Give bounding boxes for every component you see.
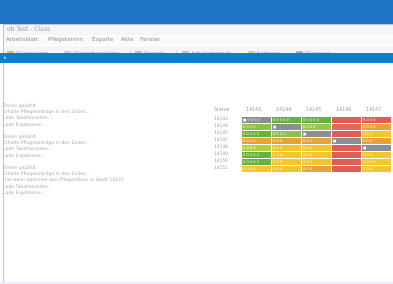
matrix-cell[interactable]: 0 0 0 <box>302 152 331 158</box>
matrix-row-label: 14143 <box>214 117 228 122</box>
matrix-cell[interactable]: 0 0 0 0 <box>362 117 391 123</box>
matrix-row-label: 14149 <box>214 152 228 157</box>
matrix-row-label: 14151 <box>214 166 228 171</box>
matrix-column-header: 14145 <box>306 108 322 113</box>
matrix-cell[interactable]: 0 0 0 0 <box>362 124 391 130</box>
matrix-cell[interactable]: 0 0 0 0 <box>242 145 271 151</box>
matrix-cell[interactable]: ■ <box>302 131 331 137</box>
log-line: Zeilen gezählt <box>3 166 36 171</box>
matrix-column-header: 14146 <box>336 108 352 113</box>
matrix-column-header: 14147 <box>366 108 382 113</box>
matrix-cell[interactable] <box>332 152 361 158</box>
menu-arbeitsblatt[interactable]: Arbeitsblatt <box>6 37 38 43</box>
matrix-cell[interactable]: 0 0 0 <box>272 138 301 144</box>
log-line: Lade Ergebnisse... <box>3 190 46 196</box>
matrix-cell[interactable]: 0 0 0 0 <box>272 131 301 137</box>
matrix-cell[interactable]: ■ <box>362 145 391 151</box>
matrix-row-label: 14144 <box>214 124 228 129</box>
matrix-column-header: 14143 <box>246 108 262 113</box>
menu-fenster[interactable]: Fenster <box>140 37 160 43</box>
matrix-cell[interactable]: 0 0 0 0 0 <box>272 117 301 123</box>
matrix-cell[interactable]: 0 0 0 0 <box>242 166 271 172</box>
log-line: Lade Tabellenzeilen... <box>3 116 53 122</box>
log-line: Zeilen gezählt <box>3 135 36 140</box>
matrix-cell[interactable]: 0 0 0 0 <box>302 124 331 130</box>
matrix-cell[interactable]: 0 0 0 0 0 <box>242 131 271 137</box>
menu-pflegetermin[interactable]: Pflegetermin <box>48 37 83 43</box>
matrix-cell[interactable]: 0 0 0 <box>302 166 331 172</box>
log-line: Erhalte Pflegeeinträge in den Zeilen... <box>3 141 91 147</box>
band-icon: ▸ <box>4 55 7 61</box>
matrix-cell[interactable]: 0 0 0 <box>362 138 391 144</box>
matrix-cell[interactable]: 0 0 0 <box>272 166 301 172</box>
menu-exporte[interactable]: Exporte <box>92 37 113 43</box>
matrix-cell[interactable]: 0 0 0 0 0 <box>242 159 271 165</box>
matrix-cell[interactable] <box>332 131 361 137</box>
matrix-column-header: 14144 <box>276 108 292 113</box>
log-line: Hier kann zwischen den Pflegesätzen in S… <box>3 178 124 184</box>
matrix-cell[interactable] <box>332 166 361 172</box>
matrix-cell[interactable]: 0 0 0 <box>272 159 301 165</box>
log-line: Lade Ergebnisse... <box>3 122 46 128</box>
matrix-cell[interactable]: ■ 0 0 0 0 <box>242 117 271 123</box>
matrix-cell[interactable]: 0 0 0 <box>302 138 331 144</box>
matrix-row-label: 14150 <box>214 159 228 164</box>
log-line: Lade Ergebnisse... <box>3 153 46 159</box>
matrix-cell[interactable]: 0 0 0 0 0 <box>302 117 331 123</box>
log-line: Erhalte Pflegeeinträge in den Zeilen... <box>3 110 91 116</box>
title-bar: ob Test - Class <box>4 25 393 35</box>
matrix-cell[interactable]: 0 0 0 0 0 <box>242 152 271 158</box>
screen-frame: ob Test - Class Arbeitsblatt Pflegetermi… <box>0 0 393 284</box>
log-line: Lade Tabellenzeilen... <box>3 147 53 153</box>
matrix-cell[interactable] <box>332 159 361 165</box>
matrix-cell[interactable]: 0 0 0 <box>302 159 331 165</box>
matrix-cell[interactable] <box>332 124 361 130</box>
log-line: Erhalte Pflegeeinträge in den Zeilen... <box>3 172 91 178</box>
log-line: Zeilen gezählt <box>3 104 36 109</box>
log-panel: Zeilen gezählt Erhalte Pflegeeinträge in … <box>3 104 203 214</box>
menu-akte[interactable]: Akte <box>121 37 134 43</box>
top-blue-bar <box>0 0 393 24</box>
matrix-cell[interactable]: 0 0 0 <box>272 152 301 158</box>
matrix-header-status: Status <box>214 108 230 113</box>
matrix-cell[interactable]: 0 0 0 <box>302 145 331 151</box>
matrix-cell[interactable]: ■ <box>332 138 361 144</box>
matrix-cell[interactable]: 0 0 0 0 <box>242 138 271 144</box>
matrix-row-label: 14148 <box>214 145 228 150</box>
log-line: Lade Tabellenzeilen... <box>3 184 53 190</box>
matrix-cell[interactable]: 0 0 0 0 <box>362 159 391 165</box>
matrix-row-label: 14145 <box>214 131 228 136</box>
matrix-cell[interactable] <box>332 145 361 151</box>
matrix-cell[interactable] <box>332 117 361 123</box>
matrix-cell[interactable]: ■ <box>272 124 301 130</box>
matrix-cell[interactable]: 0 0 0 <box>362 131 391 137</box>
matrix-row-label: 14147 <box>214 138 228 143</box>
matrix-cell[interactable]: 0 0 0 <box>272 145 301 151</box>
matrix-cell[interactable]: 0 0 0 <box>362 166 391 172</box>
menu-bar: Arbeitsblatt Pflegetermin Exporte Akte F… <box>4 36 393 45</box>
window-title: ob Test - Class <box>7 26 50 33</box>
matrix-cell[interactable]: 0 0 0 <box>362 152 391 158</box>
matrix-cell[interactable]: 0 0 0 0 <box>242 124 271 130</box>
accent-band <box>0 53 393 63</box>
